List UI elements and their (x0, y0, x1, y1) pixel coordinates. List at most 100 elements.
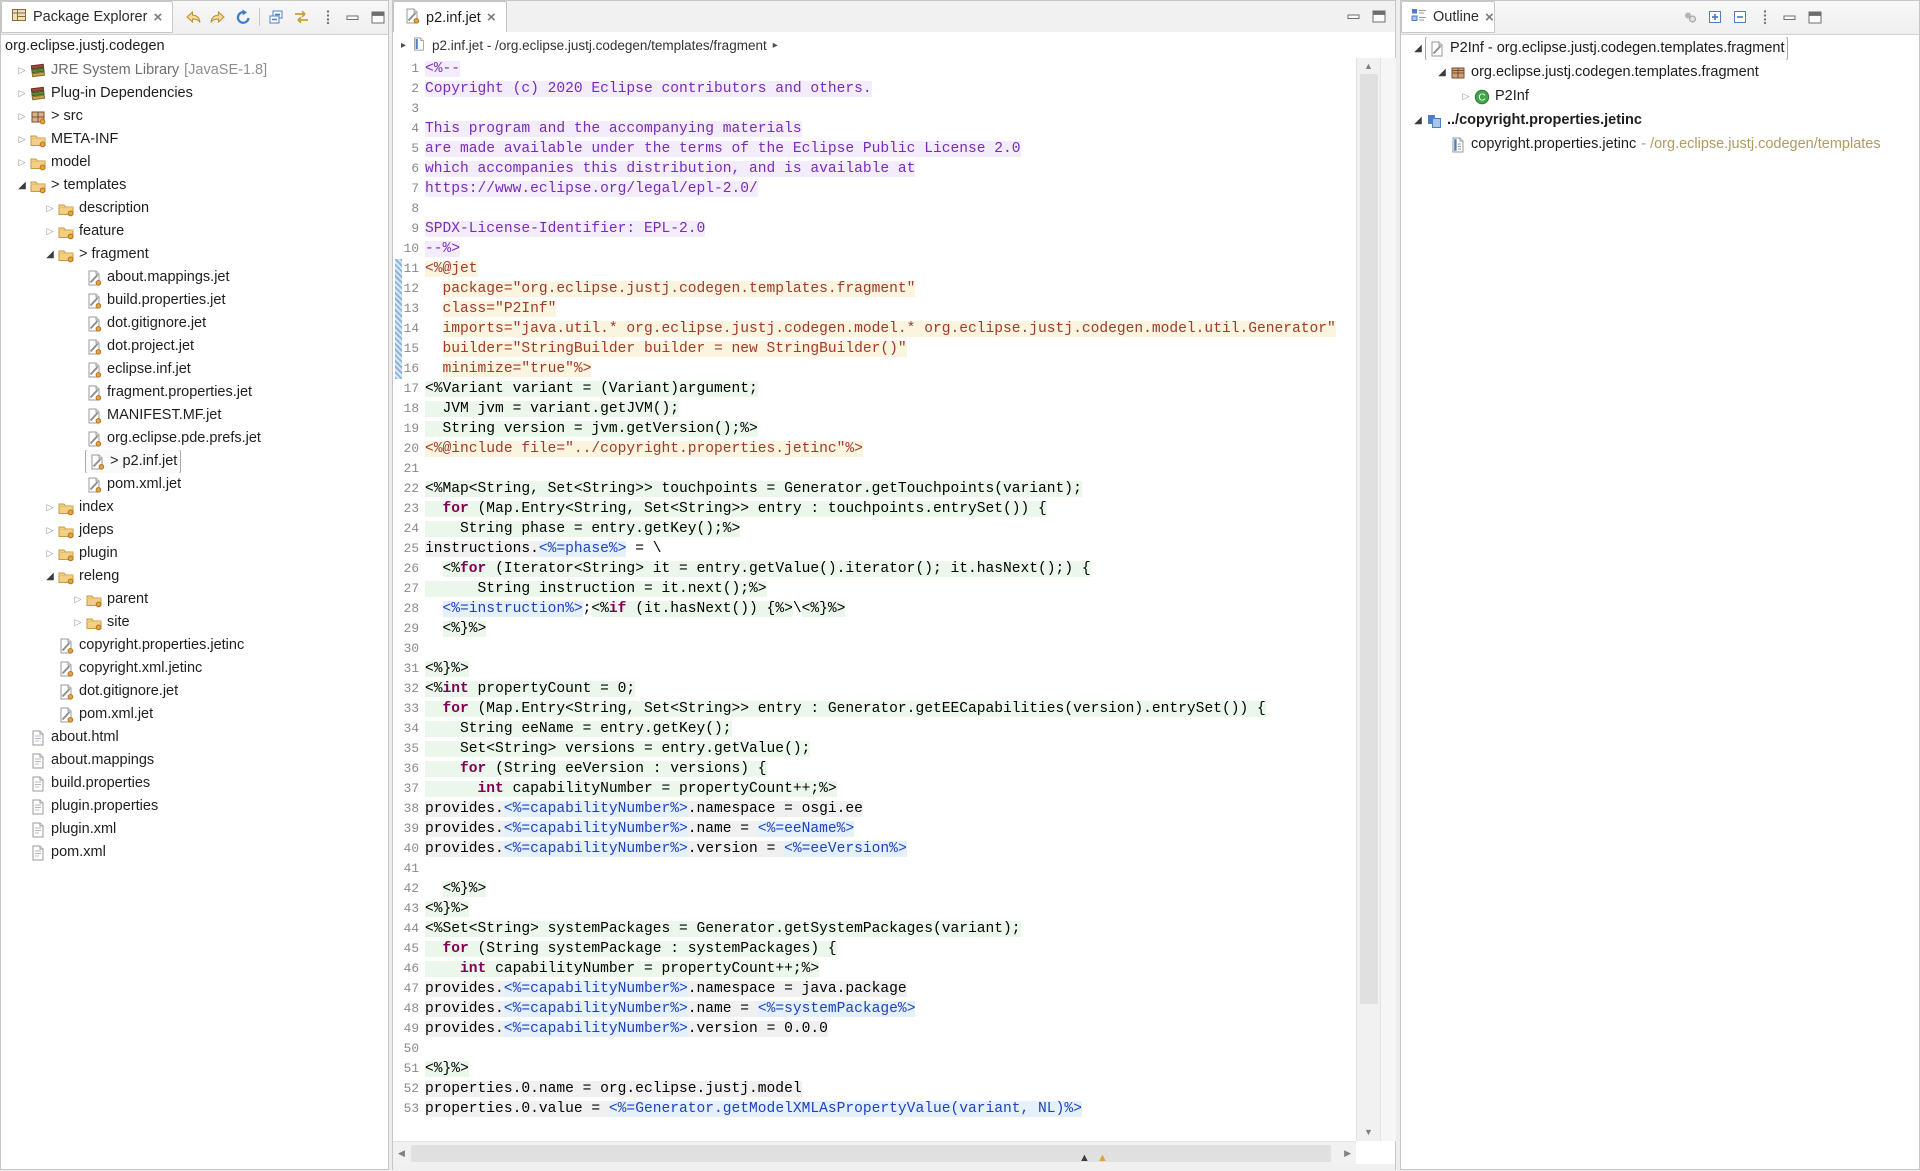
package-explorer-item[interactable]: ▷site (1, 611, 388, 634)
horizontal-scrollbar[interactable]: ◀ ▶ (393, 1141, 1356, 1165)
package-explorer-item[interactable]: ◢releng (1, 565, 388, 588)
package-explorer-item[interactable]: > p2.inf.jet (1, 450, 388, 473)
code-line[interactable]: 14 imports="java.util.* org.eclipse.just… (393, 319, 1356, 339)
package-explorer-item[interactable]: about.html (1, 726, 388, 749)
package-explorer-item[interactable]: ▷feature (1, 220, 388, 243)
package-explorer-item[interactable]: ▷> src (1, 105, 388, 128)
code-line[interactable]: 45 for (String systemPackage : systemPac… (393, 939, 1356, 959)
expand-arrow-icon[interactable]: ▷ (15, 128, 29, 151)
package-explorer-item[interactable]: ◢> templates (1, 174, 388, 197)
expand-arrow-icon[interactable]: ▷ (15, 105, 29, 128)
expand-arrow-icon[interactable]: ▷ (15, 82, 29, 105)
focus-icon[interactable] (1681, 8, 1699, 26)
editor-tab-p2inf[interactable]: p2.inf.jet × (393, 1, 507, 33)
code-line[interactable]: 18 JVM jvm = variant.getJVM(); (393, 399, 1356, 419)
code-line[interactable]: 24 String phase = entry.getKey();%> (393, 519, 1356, 539)
tree-item-content[interactable]: releng (58, 565, 119, 588)
expand-arrow-icon[interactable]: ▷ (43, 220, 57, 243)
tree-item-content[interactable]: META-INF (30, 128, 118, 151)
code-line[interactable]: 21 (393, 459, 1356, 479)
code-line[interactable]: 26 <%for (Iterator<String> it = entry.ge… (393, 559, 1356, 579)
code-line[interactable]: 52properties.0.name = org.eclipse.justj.… (393, 1079, 1356, 1099)
code-line[interactable]: 47provides.<%=capabilityNumber%>.namespa… (393, 979, 1356, 999)
link-with-editor-icon[interactable] (292, 8, 310, 26)
code-line[interactable]: 43<%}%> (393, 899, 1356, 919)
code-line[interactable]: 12 package="org.eclipse.justj.codegen.te… (393, 279, 1356, 299)
tree-item-content[interactable]: Plug-in Dependencies (30, 82, 193, 105)
tree-item-content[interactable]: > fragment (58, 243, 149, 266)
breadcrumb-next-icon[interactable]: ▸ (773, 40, 778, 51)
tree-item-content[interactable]: eclipse.inf.jet (86, 358, 191, 381)
tree-item-content[interactable]: description (58, 197, 149, 220)
tree-item-content[interactable]: JRE System Library [JavaSE-1.8] (30, 59, 267, 82)
tree-item-content[interactable]: site (86, 611, 130, 634)
code-line[interactable]: 10--%> (393, 239, 1356, 259)
minimize-icon[interactable] (1345, 7, 1363, 25)
code-line[interactable]: 31<%}%> (393, 659, 1356, 679)
package-explorer-item[interactable]: ▷parent (1, 588, 388, 611)
code-line[interactable]: 23 for (Map.Entry<String, Set<String>> e… (393, 499, 1356, 519)
package-explorer-item[interactable]: ▷jdeps (1, 519, 388, 542)
package-explorer-item[interactable]: dot.gitignore.jet (1, 312, 388, 335)
package-explorer-item[interactable]: build.properties (1, 772, 388, 795)
expand-arrow-icon[interactable]: ▷ (43, 519, 57, 542)
code-line[interactable]: 49provides.<%=capabilityNumber%>.version… (393, 1019, 1356, 1039)
vertical-scrollbar[interactable]: ▲ ▼ (1356, 58, 1381, 1141)
tree-item-content[interactable]: plugin.xml (30, 818, 116, 841)
code-line[interactable]: 53properties.0.value = <%=Generator.getM… (393, 1099, 1356, 1119)
breadcrumb-text[interactable]: p2.inf.jet - /org.eclipse.justj.codegen/… (432, 38, 767, 53)
scroll-left-icon[interactable]: ◀ (398, 1149, 405, 1158)
collapse-one-icon[interactable] (1731, 8, 1749, 26)
close-icon[interactable]: × (1485, 10, 1494, 25)
maximize-icon[interactable] (1806, 8, 1824, 26)
refresh-icon[interactable] (234, 8, 252, 26)
tree-item-content[interactable]: CP2Inf (1474, 85, 1529, 108)
outline-item[interactable]: ◢../copyright.properties.jetinc (1401, 109, 1919, 132)
code-line[interactable]: 15 builder="StringBuilder builder = new … (393, 339, 1356, 359)
package-explorer-item[interactable]: copyright.properties.jetinc (1, 634, 388, 657)
tree-item-content[interactable]: copyright.properties.jetinc (58, 634, 244, 657)
tree-item-content[interactable]: pom.xml.jet (58, 703, 153, 726)
scroll-up-icon[interactable]: ▲ (1364, 62, 1373, 71)
tree-item-content[interactable]: model (30, 151, 91, 174)
code-line[interactable]: 7https://www.eclipse.org/legal/epl-2.0/ (393, 179, 1356, 199)
vertical-scrollbar-thumb[interactable] (1360, 74, 1378, 1004)
package-explorer-item[interactable]: about.mappings.jet (1, 266, 388, 289)
sash-marker-gold-icon[interactable]: ▲ (1097, 1153, 1108, 1164)
tree-item-content[interactable]: dot.gitignore.jet (86, 312, 206, 335)
code-line[interactable]: 40provides.<%=capabilityNumber%>.version… (393, 839, 1356, 859)
tree-item-content[interactable]: dot.gitignore.jet (58, 680, 178, 703)
collapse-all-icon[interactable] (267, 8, 285, 26)
collapse-arrow-icon[interactable]: ◢ (15, 174, 29, 197)
package-explorer-item[interactable]: ▷plugin (1, 542, 388, 565)
package-explorer-item[interactable]: copyright.xml.jetinc (1, 657, 388, 680)
outline-tab[interactable]: Outline × (1401, 1, 1495, 33)
tree-item-content[interactable]: > templates (30, 174, 126, 197)
package-explorer-item[interactable]: MANIFEST.MF.jet (1, 404, 388, 427)
code-line[interactable]: 48provides.<%=capabilityNumber%>.name = … (393, 999, 1356, 1019)
tree-item-content[interactable]: about.mappings (30, 749, 154, 772)
tree-item-content[interactable]: plugin.properties (30, 795, 158, 818)
package-explorer-item[interactable]: eclipse.inf.jet (1, 358, 388, 381)
package-explorer-item[interactable]: ▷index (1, 496, 388, 519)
tree-item-content[interactable]: > src (30, 105, 83, 128)
code-line[interactable]: 5are made available under the terms of t… (393, 139, 1356, 159)
package-explorer-item[interactable]: about.mappings (1, 749, 388, 772)
package-explorer-item[interactable]: dot.project.jet (1, 335, 388, 358)
code-line[interactable]: 8 (393, 199, 1356, 219)
tree-item-content[interactable]: org.eclipse.pde.prefs.jet (86, 427, 261, 450)
expand-arrow-icon[interactable]: ▷ (71, 588, 85, 611)
code-line[interactable]: 19 String version = jvm.getVersion();%> (393, 419, 1356, 439)
package-explorer-item[interactable]: plugin.xml (1, 818, 388, 841)
tree-item-content[interactable]: index (58, 496, 114, 519)
code-line[interactable]: 51<%}%> (393, 1059, 1356, 1079)
maximize-icon[interactable] (1370, 7, 1388, 25)
project-root-label[interactable]: org.eclipse.justj.codegen (5, 35, 165, 58)
code-line[interactable]: 4This program and the accompanying mater… (393, 119, 1356, 139)
code-editor[interactable]: 1<%--2Copyright (c) 2020 Eclipse contrib… (393, 58, 1356, 1141)
collapse-arrow-icon[interactable]: ◢ (1411, 37, 1425, 60)
sash-marker-icon[interactable]: ▲ (1079, 1153, 1090, 1164)
outline-item[interactable]: ◢org.eclipse.justj.codegen.templates.fra… (1401, 61, 1919, 84)
code-line[interactable]: 30 (393, 639, 1356, 659)
selected-tree-item-content[interactable]: > p2.inf.jet (86, 450, 180, 473)
